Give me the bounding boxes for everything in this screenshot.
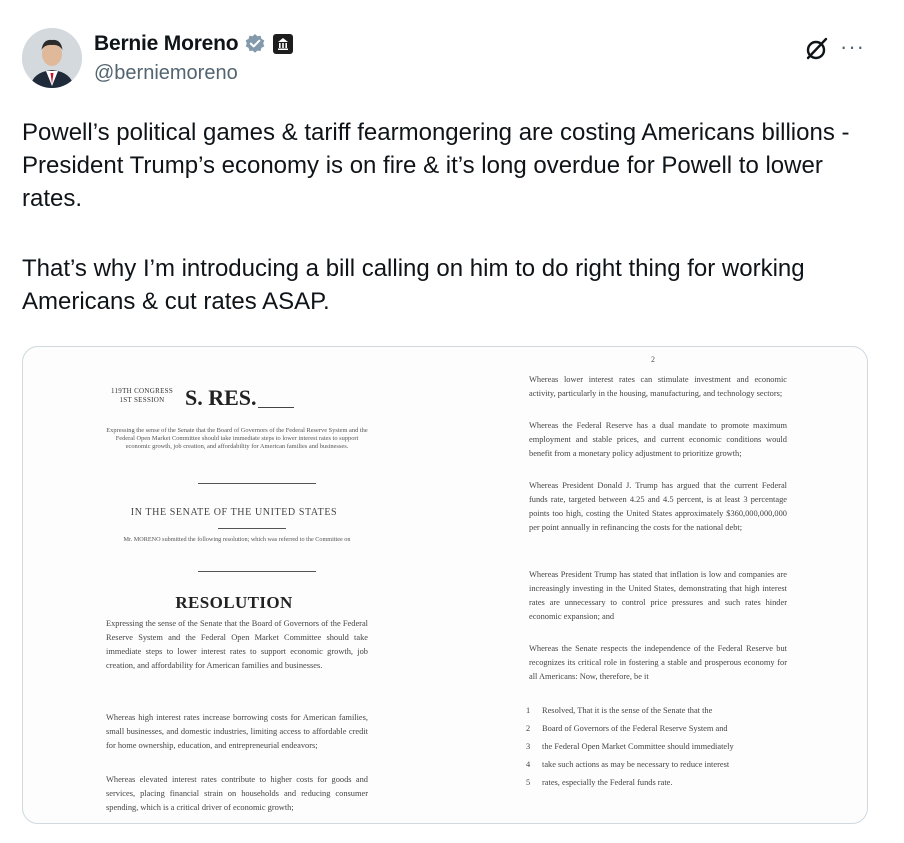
- resolved-line: Board of Governors of the Federal Reserv…: [542, 724, 728, 733]
- line-number: 1: [526, 706, 531, 715]
- whereas-clause: Whereas high interest rates increase bor…: [106, 713, 368, 750]
- resolution-title: S. RES.: [185, 385, 257, 410]
- resolved-line: the Federal Open Market Committee should…: [542, 742, 734, 751]
- line-number: 5: [526, 778, 531, 787]
- grok-icon[interactable]: [804, 36, 830, 62]
- whereas-clause: Whereas the Senate respects the independ…: [529, 644, 787, 681]
- session-number: 1ST SESSION: [119, 396, 165, 404]
- resolution-summary: Expressing the sense of the Senate that …: [106, 427, 368, 450]
- expressing-clause: Expressing the sense of the Senate that …: [106, 619, 368, 670]
- government-building-icon[interactable]: [272, 33, 294, 55]
- more-options-icon[interactable]: ···: [840, 36, 865, 58]
- line-number: 4: [526, 760, 531, 769]
- congress-label: 119TH CONGRESS 1ST SESSION: [106, 387, 178, 405]
- page-number: 2: [651, 355, 655, 364]
- whereas-clause: Whereas President Donald J. Trump has ar…: [529, 481, 787, 532]
- whereas-clause: Whereas lower interest rates can stimula…: [529, 375, 787, 398]
- divider: [198, 483, 316, 484]
- tweet-paragraph-2: That’s why I’m introducing a bill callin…: [22, 255, 805, 315]
- congress-number: 119TH CONGRESS: [110, 387, 174, 395]
- resolved-line: take such actions as may be necessary to…: [542, 760, 730, 769]
- submitted-line: Mr. MORENO submitted the following resol…: [123, 536, 351, 543]
- tweet-text: Powell’s political games & tariff fearmo…: [22, 116, 882, 318]
- document-page-2: 2 Whereas lower interest rates can stimu…: [526, 347, 788, 823]
- attached-image[interactable]: 119TH CONGRESS 1ST SESSION S. RES. Expre…: [22, 346, 868, 824]
- resolved-line: rates, especially the Federal funds rate…: [542, 778, 673, 787]
- tweet-paragraph-1: Powell’s political games & tariff fearmo…: [22, 119, 850, 212]
- senate-heading: IN THE SENATE OF THE UNITED STATES: [130, 507, 338, 518]
- document-page-1: 119TH CONGRESS 1ST SESSION S. RES. Expre…: [103, 347, 368, 823]
- whereas-clause: Whereas elevated interest rates contribu…: [106, 775, 368, 812]
- divider: [198, 571, 316, 572]
- display-name[interactable]: Bernie Moreno: [94, 32, 239, 56]
- resolved-clause: 1 Resolved, That it is the sense of the S…: [526, 702, 806, 792]
- avatar-portrait-icon: [22, 28, 82, 88]
- verified-badge-icon[interactable]: [244, 33, 266, 55]
- tweet-header: Bernie Moreno @berniemoreno ···: [22, 24, 882, 94]
- line-number: 3: [526, 742, 531, 751]
- handle[interactable]: @berniemoreno: [94, 62, 238, 85]
- avatar[interactable]: [22, 28, 82, 88]
- line-number: 2: [526, 724, 531, 733]
- resolved-line: Resolved, That it is the sense of the Se…: [542, 706, 713, 715]
- divider: [218, 528, 286, 529]
- whereas-clause: Whereas the Federal Reserve has a dual m…: [529, 421, 787, 458]
- whereas-clause: Whereas President Trump has stated that …: [529, 570, 787, 621]
- title-blank-line: [258, 407, 294, 408]
- resolution-heading: RESOLUTION: [175, 593, 293, 612]
